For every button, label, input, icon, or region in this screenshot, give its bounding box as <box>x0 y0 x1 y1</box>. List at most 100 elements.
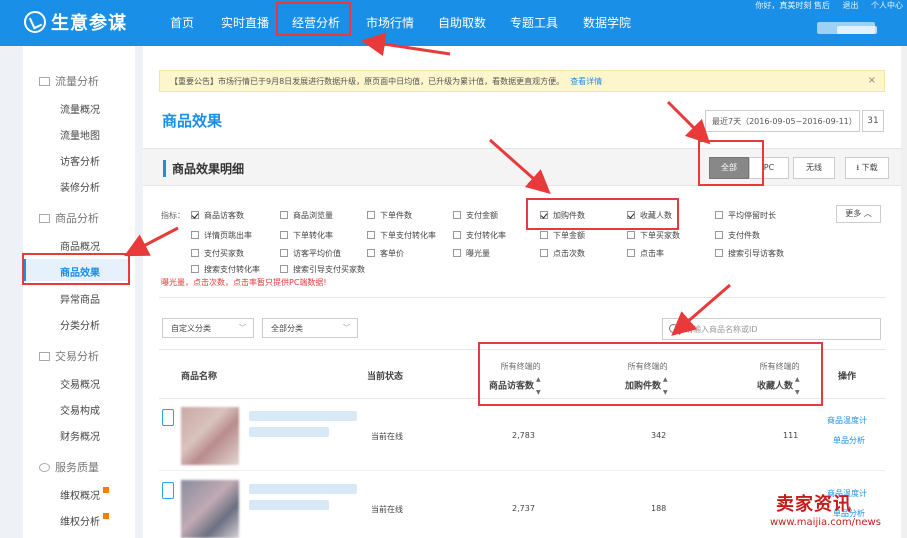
checkbox-checked-icon[interactable] <box>627 211 635 219</box>
checkbox-icon[interactable] <box>540 231 548 239</box>
checkbox-icon[interactable] <box>367 211 375 219</box>
sidebar-item-category-analysis[interactable]: 分类分析 <box>60 317 100 332</box>
checkbox-checked-icon[interactable] <box>540 211 548 219</box>
cart-icon <box>39 352 50 361</box>
metric-checkbox[interactable]: 下单金额 <box>540 230 585 241</box>
metric-checkbox[interactable]: 下单件数 <box>367 210 412 221</box>
close-icon[interactable]: × <box>868 75 876 86</box>
sort-icon[interactable]: ▲ ▼ <box>536 373 541 399</box>
logo[interactable]: 生意参谋 <box>24 9 127 35</box>
metric-checkbox[interactable]: 支付买家数 <box>191 248 244 259</box>
sidebar-item-decoration-analysis[interactable]: 装修分析 <box>60 179 100 194</box>
checkbox-icon[interactable] <box>715 231 723 239</box>
page-scrollbar[interactable] <box>901 46 907 538</box>
col-cart[interactable]: 所有终端的 加购件数▲ ▼ <box>625 360 668 399</box>
metric-checkbox[interactable]: 收藏人数 <box>627 210 672 221</box>
nav-item-tools[interactable]: 专题工具 <box>510 14 558 31</box>
checkbox-icon[interactable] <box>280 249 288 257</box>
metric-checkbox[interactable]: 支付转化率 <box>453 230 506 241</box>
date-range-selector[interactable]: 最近7天（2016-09-05~2016-09-11） <box>705 110 860 132</box>
sidebar-item-traffic-map[interactable]: 流量地图 <box>60 127 100 142</box>
custom-category-select[interactable]: 自定义分类 ﹀ <box>162 318 254 338</box>
metric-checkbox[interactable]: 详情页跳出率 <box>191 230 252 241</box>
sidebar-item-trade-overview[interactable]: 交易概况 <box>60 376 100 391</box>
checkbox-icon[interactable] <box>191 265 199 273</box>
user-center-link[interactable]: 个人中心 <box>871 1 903 10</box>
metric-checkbox[interactable]: 下单买家数 <box>627 230 680 241</box>
checkbox-icon[interactable] <box>627 249 635 257</box>
product-title-blurred[interactable] <box>249 484 357 494</box>
metric-checkbox[interactable]: 商品浏览量 <box>280 210 333 221</box>
metric-checkbox[interactable]: 支付金额 <box>453 210 498 221</box>
metric-checkbox[interactable]: 搜索引导访客数 <box>715 248 784 259</box>
checkbox-icon[interactable] <box>627 231 635 239</box>
more-metrics-button[interactable]: 更多 ︿ <box>836 205 881 223</box>
metric-checkbox[interactable]: 加购件数 <box>540 210 585 221</box>
col-visitors[interactable]: 所有终端的 商品访客数▲ ▼ <box>489 360 541 399</box>
nav-item-home[interactable]: 首页 <box>170 14 194 31</box>
checkbox-icon[interactable] <box>453 249 461 257</box>
calendar-icon[interactable]: 31 <box>862 110 884 132</box>
metric-checkbox[interactable]: 商品访客数 <box>191 210 244 221</box>
user-greeting[interactable]: 你好，真美时刻 售后 <box>755 1 830 10</box>
checkbox-icon[interactable] <box>453 231 461 239</box>
metric-checkbox[interactable]: 点击率 <box>627 248 664 259</box>
all-category-select[interactable]: 全部分类 ﹀ <box>262 318 358 338</box>
checkbox-icon[interactable] <box>715 249 723 257</box>
col-favorites[interactable]: 所有终端的 收藏人数▲ ▼ <box>757 360 800 399</box>
checkbox-icon[interactable] <box>280 231 288 239</box>
product-thumbnail[interactable] <box>181 407 239 465</box>
product-title-blurred[interactable] <box>249 411 357 421</box>
metric-checkbox[interactable]: 搜索引导支付买家数 <box>280 264 365 275</box>
metric-checkbox[interactable]: 点击次数 <box>540 248 585 259</box>
product-thermometer-link[interactable]: 商品温度计 <box>827 415 867 426</box>
metric-checkbox[interactable]: 曝光量 <box>453 248 490 259</box>
nav-item-academy[interactable]: 数据学院 <box>583 14 631 31</box>
checkbox-checked-icon[interactable] <box>191 211 199 219</box>
checkbox-icon[interactable] <box>367 231 375 239</box>
checkbox-icon[interactable] <box>715 211 723 219</box>
row-visitors: 2,737 <box>512 504 535 513</box>
segment-wireless[interactable]: 无线 <box>793 157 835 179</box>
sidebar-item-traffic-overview[interactable]: 流量概况 <box>60 101 100 116</box>
product-search-input[interactable]: 请输入商品名称或ID <box>662 318 881 340</box>
checkbox-icon[interactable] <box>453 211 461 219</box>
checkbox-icon[interactable] <box>280 265 288 273</box>
sidebar-item-finance-overview[interactable]: 财务概况 <box>60 428 100 443</box>
metric-checkbox[interactable]: 下单支付转化率 <box>367 230 436 241</box>
nav-item-business-analysis[interactable]: 经营分析 <box>292 14 340 31</box>
sidebar-item-trade-composition[interactable]: 交易构成 <box>60 402 100 417</box>
sort-icon[interactable]: ▲ ▼ <box>795 373 800 399</box>
nav-item-self-service-data[interactable]: 自助取数 <box>438 14 486 31</box>
checkbox-icon[interactable] <box>367 249 375 257</box>
sidebar-item-product-effect[interactable]: 商品效果 <box>60 264 100 279</box>
user-links: 你好，真美时刻 售后 退出 个人中心 <box>745 0 903 11</box>
nav-item-live[interactable]: 实时直播 <box>221 14 269 31</box>
product-thumbnail[interactable] <box>181 480 239 538</box>
checkbox-icon[interactable] <box>280 211 288 219</box>
metric-checkbox[interactable]: 下单转化率 <box>280 230 333 241</box>
sidebar-item-visitor-analysis[interactable]: 访客分析 <box>60 153 100 168</box>
metric-checkbox[interactable]: 支付件数 <box>715 230 760 241</box>
metric-checkbox[interactable]: 客单价 <box>367 248 404 259</box>
announcement-detail-link[interactable]: 查看详情 <box>570 77 602 86</box>
checkbox-icon[interactable] <box>540 249 548 257</box>
segment-pc[interactable]: PC <box>749 157 789 179</box>
sidebar-item-rights-overview[interactable]: 维权概况 <box>60 487 109 502</box>
single-product-analysis-link[interactable]: 单品分析 <box>833 435 865 446</box>
sort-icon[interactable]: ▲ ▼ <box>663 373 668 399</box>
download-button[interactable]: ⭳ 下载 <box>845 157 889 179</box>
logout-link[interactable]: 退出 <box>842 1 858 10</box>
nav-item-market[interactable]: 市场行情 <box>366 14 414 31</box>
sidebar-item-abnormal-products[interactable]: 异常商品 <box>60 291 100 306</box>
checkbox-icon[interactable] <box>191 249 199 257</box>
metric-checkbox[interactable]: 平均停留时长 <box>715 210 776 221</box>
segment-all[interactable]: 全部 <box>709 157 749 179</box>
sidebar-item-product-overview[interactable]: 商品概况 <box>60 238 100 253</box>
metric-checkbox[interactable]: 访客平均价值 <box>280 248 341 259</box>
sidebar-item-rights-analysis[interactable]: 维权分析 <box>60 513 109 528</box>
metric-label: 下单支付转化率 <box>380 231 436 240</box>
metric-checkbox[interactable]: 搜索支付转化率 <box>191 264 260 275</box>
checkbox-icon[interactable] <box>191 231 199 239</box>
row-status: 当前在线 <box>371 505 403 514</box>
